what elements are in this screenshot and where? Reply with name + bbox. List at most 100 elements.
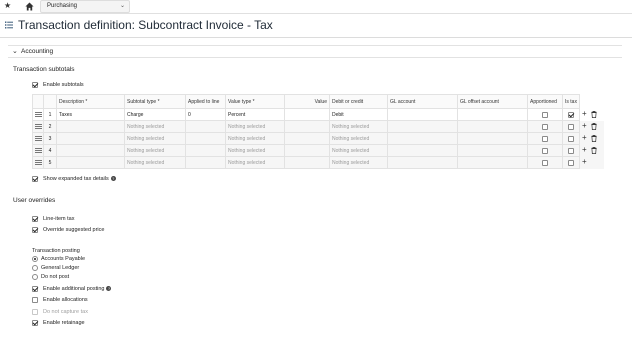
gl-account-cell[interactable] bbox=[387, 120, 458, 133]
is-tax-checkbox[interactable] bbox=[567, 135, 574, 142]
value-cell[interactable] bbox=[284, 156, 330, 169]
debit-credit-cell[interactable]: Nothing selected bbox=[329, 132, 388, 145]
enable-additional-posting-checkbox[interactable] bbox=[32, 286, 38, 292]
accounting-section-header[interactable]: ⌄ Accounting bbox=[8, 45, 622, 58]
home-icon[interactable] bbox=[25, 2, 34, 11]
apportioned-checkbox[interactable] bbox=[542, 111, 548, 118]
line-item-tax-label: Line-item tax bbox=[43, 216, 75, 222]
debit-credit-cell[interactable]: Debit bbox=[329, 108, 388, 121]
row-actions-cell: + bbox=[579, 156, 605, 169]
trash-icon[interactable] bbox=[591, 122, 597, 130]
enable-retainage-label: Enable retainage bbox=[43, 320, 85, 326]
value-cell[interactable] bbox=[284, 108, 330, 121]
row-number: 3 bbox=[43, 132, 57, 145]
description-cell[interactable] bbox=[56, 132, 125, 145]
value-type-cell[interactable]: Nothing selected bbox=[225, 144, 285, 157]
description-cell[interactable] bbox=[56, 156, 125, 169]
debit-credit-cell[interactable]: Nothing selected bbox=[329, 156, 388, 169]
header-gl-account: GL account bbox=[387, 94, 458, 109]
subtotal-type-cell[interactable]: Charge bbox=[124, 108, 186, 121]
apportioned-cell bbox=[527, 132, 563, 145]
add-row-icon[interactable]: + bbox=[582, 109, 587, 118]
drag-handle-icon[interactable] bbox=[35, 124, 42, 129]
enable-additional-posting-label: Enable additional posting? bbox=[43, 286, 112, 292]
header-apportioned: Apportioned bbox=[527, 94, 563, 109]
apportioned-checkbox[interactable] bbox=[542, 147, 548, 154]
row-actions-cell: + bbox=[579, 144, 605, 157]
is-tax-checkbox[interactable] bbox=[567, 123, 574, 130]
enable-additional-posting-text: Enable additional posting bbox=[43, 286, 105, 292]
gl-account-cell[interactable] bbox=[387, 132, 458, 145]
subtotal-type-cell[interactable]: Nothing selected bbox=[124, 144, 186, 157]
is-tax-cell bbox=[562, 132, 580, 145]
enable-retainage-checkbox[interactable] bbox=[32, 320, 38, 326]
apportioned-checkbox[interactable] bbox=[542, 123, 548, 130]
gl-account-cell[interactable] bbox=[387, 144, 458, 157]
gl-offset-account-cell[interactable] bbox=[457, 156, 528, 169]
drag-handle-icon[interactable] bbox=[35, 112, 42, 117]
debit-credit-cell[interactable]: Nothing selected bbox=[329, 120, 388, 133]
chevron-down-icon[interactable]: ⌄ bbox=[12, 47, 18, 55]
add-row-icon[interactable]: + bbox=[582, 145, 587, 154]
debit-credit-cell[interactable]: Nothing selected bbox=[329, 144, 388, 157]
enable-subtotals-checkbox[interactable] bbox=[32, 82, 38, 88]
help-icon[interactable]: ? bbox=[106, 286, 112, 292]
is-tax-checkbox[interactable] bbox=[567, 159, 574, 166]
value-type-cell[interactable]: Nothing selected bbox=[225, 132, 285, 145]
add-row-icon[interactable]: + bbox=[582, 157, 587, 166]
value-cell[interactable] bbox=[284, 120, 330, 133]
drag-handle-cell bbox=[32, 120, 44, 133]
drag-handle-icon[interactable] bbox=[35, 160, 42, 165]
trash-icon[interactable] bbox=[591, 146, 597, 154]
add-row-icon[interactable]: + bbox=[582, 121, 587, 130]
override-suggested-price-checkbox[interactable] bbox=[32, 227, 38, 233]
row-number: 4 bbox=[43, 144, 57, 157]
subtotal-type-cell[interactable]: Nothing selected bbox=[124, 156, 186, 169]
gl-account-cell[interactable] bbox=[387, 156, 458, 169]
module-selector[interactable]: Purchasing ⌄ bbox=[40, 0, 130, 13]
description-cell[interactable] bbox=[56, 120, 125, 133]
description-cell[interactable]: Taxes bbox=[56, 108, 125, 121]
value-cell[interactable] bbox=[284, 132, 330, 145]
applied-to-line-cell[interactable] bbox=[185, 144, 226, 157]
subtotal-type-cell[interactable]: Nothing selected bbox=[124, 132, 186, 145]
is-tax-checkbox[interactable] bbox=[567, 147, 574, 154]
star-icon[interactable]: ★ bbox=[4, 1, 11, 10]
trash-icon[interactable] bbox=[591, 110, 597, 118]
header-drag bbox=[32, 94, 44, 109]
add-row-icon[interactable]: + bbox=[582, 133, 587, 142]
apportioned-checkbox[interactable] bbox=[542, 135, 548, 142]
value-type-cell[interactable]: Percent bbox=[225, 108, 285, 121]
line-item-tax-checkbox[interactable] bbox=[32, 216, 38, 222]
list-menu-icon[interactable] bbox=[5, 21, 13, 29]
enable-allocations-checkbox[interactable] bbox=[32, 297, 38, 303]
row-number: 2 bbox=[43, 120, 57, 133]
gl-offset-account-cell[interactable] bbox=[457, 108, 528, 121]
gl-offset-account-cell[interactable] bbox=[457, 132, 528, 145]
top-bar: ★ Purchasing ⌄ bbox=[0, 0, 632, 14]
gl-account-cell[interactable] bbox=[387, 108, 458, 121]
value-type-cell[interactable]: Nothing selected bbox=[225, 120, 285, 133]
header-value: Value bbox=[284, 94, 330, 109]
drag-handle-icon[interactable] bbox=[35, 148, 42, 153]
radio-accounts-payable[interactable] bbox=[32, 256, 38, 262]
value-cell[interactable] bbox=[284, 144, 330, 157]
trash-icon[interactable] bbox=[591, 134, 597, 142]
value-type-cell[interactable]: Nothing selected bbox=[225, 156, 285, 169]
description-cell[interactable] bbox=[56, 144, 125, 157]
applied-to-line-cell[interactable] bbox=[185, 156, 226, 169]
applied-to-line-cell[interactable] bbox=[185, 120, 226, 133]
gl-offset-account-cell[interactable] bbox=[457, 120, 528, 133]
header-gl-offset-account: GL offset account bbox=[457, 94, 528, 109]
show-expanded-tax-checkbox[interactable] bbox=[32, 176, 38, 182]
applied-to-line-cell[interactable] bbox=[185, 132, 226, 145]
radio-do-not-post[interactable] bbox=[32, 274, 38, 280]
subtotal-type-cell[interactable]: Nothing selected bbox=[124, 120, 186, 133]
help-icon[interactable]: ? bbox=[110, 176, 116, 182]
drag-handle-icon[interactable] bbox=[35, 136, 42, 141]
is-tax-checkbox[interactable] bbox=[567, 111, 574, 118]
applied-to-line-cell[interactable]: 0 bbox=[185, 108, 226, 121]
apportioned-checkbox[interactable] bbox=[542, 159, 548, 166]
gl-offset-account-cell[interactable] bbox=[457, 144, 528, 157]
radio-general-ledger[interactable] bbox=[32, 265, 38, 271]
